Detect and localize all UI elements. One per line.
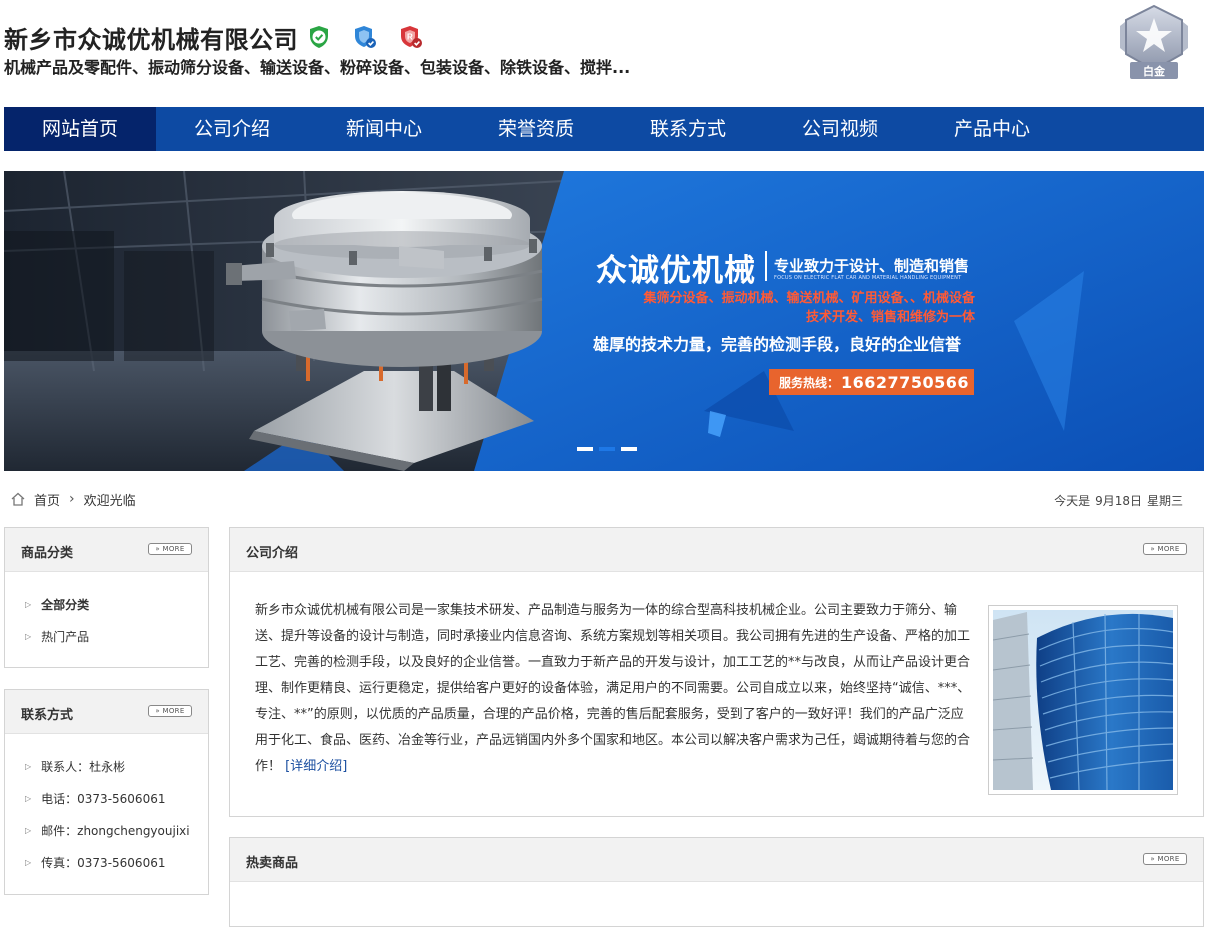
company-intro-panel: 公司介绍 » MORE 新乡市众诚优机械有限公司是一家集技术研发、产品制造与服务… (229, 527, 1204, 817)
triangle-right-icon: ▷ (25, 600, 32, 609)
contact-phone: 电话：0373-5606061 (41, 792, 166, 806)
list-item: ▷ 传真：0373-5606061 (25, 852, 208, 884)
intro-detail-link[interactable]: [详细介绍] (285, 759, 347, 774)
registered-shield-icon[interactable]: R (398, 24, 424, 50)
breadcrumb-home[interactable]: 首页 (34, 490, 60, 509)
date-display: 今天是 9月18日 星期三 (1054, 492, 1188, 509)
hero-banner[interactable]: 众诚优机械 专业致力于设计、制造和销售 FOCUS ON ELECTRIC FL… (4, 171, 1204, 471)
hot-products-panel: 热卖商品 » MORE (229, 837, 1204, 927)
contact-more-button[interactable]: » MORE (148, 705, 192, 717)
contact-fax: 传真：0373-5606061 (41, 856, 166, 870)
carousel-dot-active[interactable] (599, 447, 615, 451)
nav-item-news[interactable]: 新闻中心 (308, 107, 460, 151)
home-icon (11, 492, 25, 506)
chevron-right-icon: › (69, 491, 75, 507)
nav-item-video[interactable]: 公司视频 (764, 107, 916, 151)
verified-shield-icon[interactable] (306, 24, 332, 50)
carousel-indicators (577, 447, 637, 451)
intro-panel-title: 公司介绍 (246, 546, 299, 561)
nav-item-home[interactable]: 网站首页 (4, 107, 156, 151)
medal-label: 白金 (1143, 64, 1166, 78)
main-nav: 网站首页 公司介绍 新闻中心 荣誉资质 联系方式 公司视频 产品中心 (4, 107, 1204, 151)
list-item[interactable]: ▷ 热门产品 (25, 626, 208, 658)
list-item: ▷ 联系人：杜永彬 (25, 756, 208, 788)
banner-hotline: 服务热线： 16627750566 (769, 369, 974, 395)
banner-divider (765, 251, 767, 281)
list-item: ▷ 邮件：zhongchengyoujixi (25, 820, 208, 852)
category-link-hot[interactable]: 热门产品 (41, 626, 89, 658)
certification-badges: R (306, 24, 424, 50)
company-name: 新乡市众诚优机械有限公司 (4, 26, 298, 54)
hot-more-button[interactable]: » MORE (1143, 853, 1187, 865)
business-scope: 机械产品及零配件、振动筛分设备、输送设备、粉碎设备、包装设备、除铁设备、搅拌..… (4, 58, 631, 77)
banner-slogan: 雄厚的技术力量，完善的检测手段，良好的企业信誉 (593, 335, 962, 354)
list-item: ▷ 电话：0373-5606061 (25, 788, 208, 820)
date-weekday: 星期三 (1146, 494, 1183, 508)
contact-panel: 联系方式 » MORE ▷ 联系人：杜永彬 ▷ 电话：0373-5606061 ▷ 邮… (4, 689, 209, 895)
platinum-medal-icon: 白金 (1120, 4, 1188, 79)
date-prefix: 今天是 (1054, 494, 1091, 508)
categories-list: ▷ 全部分类 ▷ 热门产品 (5, 572, 208, 658)
triangle-right-icon: ▷ (25, 762, 32, 771)
contact-list: ▷ 联系人：杜永彬 ▷ 电话：0373-5606061 ▷ 邮件：zhongcheng… (5, 734, 208, 884)
company-building-photo (988, 605, 1178, 795)
contact-email: 邮件：zhongchengyoujixi (41, 824, 190, 838)
categories-panel: 商品分类 » MORE ▷ 全部分类 ▷ 热门产品 (4, 527, 209, 668)
intro-text-block: 新乡市众诚优机械有限公司是一家集技术研发、产品制造与服务为一体的综合型高科技机械… (255, 598, 971, 780)
banner-tagline-en: FOCUS ON ELECTRIC FLAT CAR AND MATERIAL … (774, 275, 962, 281)
triangle-right-icon: ▷ (25, 632, 32, 641)
svg-text:R: R (407, 33, 413, 42)
intro-paragraph: 新乡市众诚优机械有限公司是一家集技术研发、产品制造与服务为一体的综合型高科技机械… (255, 603, 971, 774)
banner-background (4, 171, 1204, 471)
carousel-dot[interactable] (621, 447, 637, 451)
site-header: 新乡市众诚优机械有限公司 R 机械产品及零配件、振动筛分设备、输送设备、粉碎设备… (0, 0, 1210, 107)
banner-services-line2: 技术开发、销售和维修为一体 (805, 310, 975, 325)
banner-services-line1: 集筛分设备、振动机械、输送机械、矿用设备、、机械设备 (643, 291, 975, 306)
intro-more-button[interactable]: » MORE (1143, 543, 1187, 555)
contact-person: 联系人：杜永彬 (41, 760, 126, 774)
banner-tagline: 专业致力于设计、制造和销售 (774, 257, 970, 275)
guarantee-shield-icon[interactable] (352, 24, 378, 50)
contact-panel-header: 联系方式 » MORE (5, 690, 208, 734)
nav-item-products[interactable]: 产品中心 (916, 107, 1068, 151)
banner-brand: 众诚优机械 (596, 253, 756, 289)
nav-item-about[interactable]: 公司介绍 (156, 107, 308, 151)
breadcrumb-current: 欢迎光临 (83, 493, 136, 509)
category-link-all[interactable]: 全部分类 (41, 594, 89, 626)
hotline-label: 服务热线： (779, 375, 840, 390)
building-image (992, 610, 1174, 791)
list-item[interactable]: ▷ 全部分类 (25, 594, 208, 626)
carousel-dot[interactable] (577, 447, 593, 451)
hotline-number: 16627750566 (841, 372, 969, 392)
categories-panel-title: 商品分类 (21, 546, 74, 561)
contact-panel-title: 联系方式 (21, 708, 74, 723)
triangle-right-icon: ▷ (25, 794, 32, 803)
categories-panel-header: 商品分类 » MORE (5, 528, 208, 572)
breadcrumb: 首页 › 欢迎光临 (10, 490, 136, 509)
hot-panel-title: 热卖商品 (246, 856, 299, 871)
nav-item-honors[interactable]: 荣誉资质 (460, 107, 612, 151)
categories-more-button[interactable]: » MORE (148, 543, 192, 555)
intro-panel-header: 公司介绍 » MORE (230, 528, 1203, 572)
triangle-right-icon: ▷ (25, 858, 32, 867)
date-day: 9月18日 (1095, 494, 1142, 508)
hot-panel-header: 热卖商品 » MORE (230, 838, 1203, 882)
nav-item-contact[interactable]: 联系方式 (612, 107, 764, 151)
triangle-right-icon: ▷ (25, 826, 32, 835)
